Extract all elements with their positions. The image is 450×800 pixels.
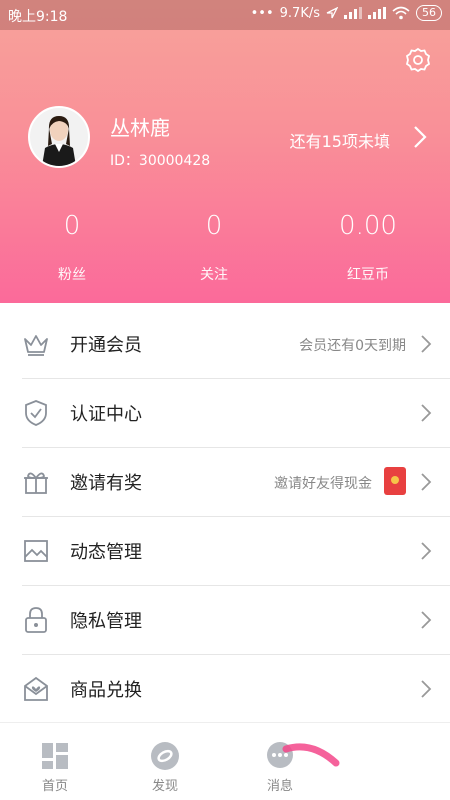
menu-item-subtext: 邀请好友得现金 <box>274 476 372 492</box>
chevron-right-icon[interactable] <box>412 124 428 150</box>
tab-home[interactable]: 首页 <box>25 741 85 794</box>
avatar[interactable] <box>28 106 90 168</box>
stat-label: 粉丝 <box>58 267 86 283</box>
menu-item-verification[interactable]: 认证中心 <box>22 379 450 448</box>
notification-streak-icon <box>282 743 340 767</box>
bottom-tab-bar: 首页 发现 消息 <box>0 722 450 800</box>
more-dots-icon: ••• <box>250 5 274 21</box>
status-indicators: ••• 9.7K/s 56 <box>251 5 442 21</box>
lock-icon <box>25 607 47 633</box>
menu-item-label: 隐私管理 <box>70 611 142 632</box>
menu-item-label: 认证中心 <box>70 404 142 425</box>
settings-menu: 开通会员 会员还有0天到期 认证中心 邀请有奖 邀请好友得现金 动态管理 隐私管… <box>0 310 450 724</box>
chevron-right-icon <box>421 404 432 422</box>
stat-red-bean-coins[interactable]: 0.00 红豆币 <box>293 208 443 284</box>
wifi-icon <box>392 6 410 20</box>
battery-indicator: 56 <box>416 5 442 21</box>
stat-value: 0 <box>63 211 81 241</box>
stat-value: 0.00 <box>339 211 397 241</box>
menu-item-label: 商品兑换 <box>70 680 142 701</box>
user-name: 丛林鹿 <box>110 116 170 140</box>
menu-item-invite-rewards[interactable]: 邀请有奖 邀请好友得现金 <box>22 448 450 517</box>
stat-fans[interactable]: 0 粉丝 <box>0 208 147 284</box>
menu-item-membership[interactable]: 开通会员 会员还有0天到期 <box>22 310 450 379</box>
chevron-right-icon <box>421 680 432 698</box>
crown-icon <box>24 335 48 356</box>
tab-label: 首页 <box>41 779 68 794</box>
discover-icon <box>151 742 179 770</box>
mail-heart-icon <box>24 676 48 701</box>
menu-item-label: 邀请有奖 <box>70 473 142 494</box>
menu-item-privacy[interactable]: 隐私管理 <box>22 586 450 655</box>
gift-icon <box>24 472 48 494</box>
menu-item-label: 开通会员 <box>70 335 142 356</box>
menu-item-moments[interactable]: 动态管理 <box>22 517 450 586</box>
home-grid-icon <box>42 743 68 769</box>
menu-item-label: 动态管理 <box>70 542 142 563</box>
chevron-right-icon <box>421 542 432 560</box>
stat-label: 红豆币 <box>347 267 389 283</box>
signal-icon <box>344 7 362 19</box>
tab-label: 发现 <box>151 779 178 794</box>
user-id: ID：30000428 <box>110 153 211 169</box>
shield-check-icon <box>25 400 47 426</box>
red-envelope-icon <box>384 467 406 495</box>
settings-gear-icon[interactable] <box>404 46 432 74</box>
status-time: 晚上9:18 <box>8 9 68 25</box>
chevron-right-icon <box>421 611 432 629</box>
avatar-image <box>30 108 88 166</box>
tab-discover[interactable]: 发现 <box>135 741 195 794</box>
network-speed: 9.7K/s <box>279 5 320 21</box>
menu-item-subtext: 会员还有0天到期 <box>299 338 406 354</box>
stat-label: 关注 <box>200 267 228 283</box>
signal-icon-2 <box>368 7 386 19</box>
stat-value: 0 <box>205 211 223 241</box>
location-icon <box>326 7 338 19</box>
status-bar: 晚上9:18 ••• 9.7K/s 56 <box>0 0 450 30</box>
chevron-right-icon <box>421 335 432 353</box>
tab-label: 消息 <box>266 779 293 794</box>
menu-item-product-exchange[interactable]: 商品兑换 <box>22 655 450 724</box>
stat-following[interactable]: 0 关注 <box>139 208 289 284</box>
profile-incomplete-hint[interactable]: 还有15项未填 <box>290 128 390 152</box>
chevron-right-icon <box>421 473 432 491</box>
image-icon <box>24 540 48 562</box>
